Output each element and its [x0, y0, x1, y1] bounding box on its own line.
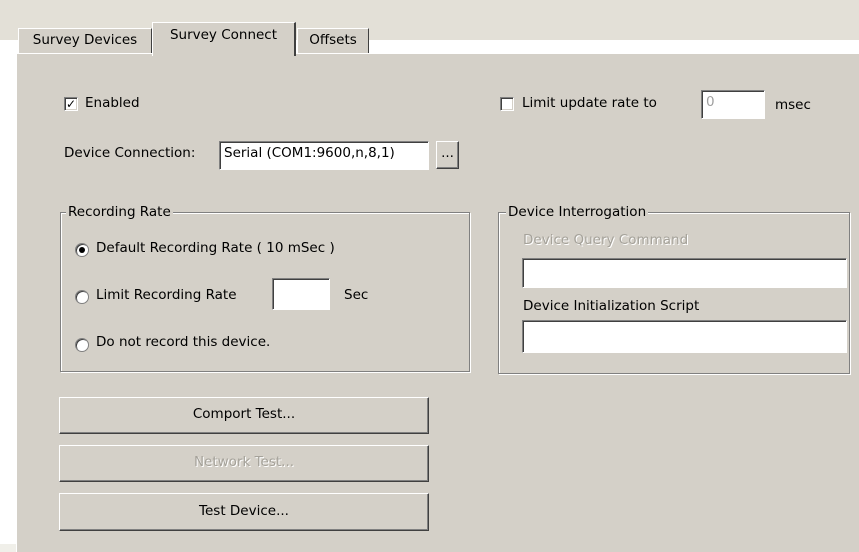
recording-rate-title: Recording Rate — [66, 204, 173, 220]
device-query-label: Device Query Command — [523, 232, 689, 248]
tab-survey-connect[interactable]: Survey Connect — [152, 22, 296, 56]
tab-survey-devices[interactable]: Survey Devices — [18, 28, 152, 54]
update-rate-input[interactable]: 0 — [701, 90, 765, 119]
device-init-input[interactable] — [522, 320, 847, 353]
default-rate-label: Default Recording Rate ( 10 mSec ) — [96, 240, 335, 256]
no-record-radio[interactable] — [75, 338, 89, 352]
test-device-button[interactable]: Test Device... — [59, 493, 429, 531]
tab-label: Offsets — [309, 32, 357, 48]
tab-label: Survey Devices — [32, 32, 138, 48]
limit-rate-label: Limit Recording Rate — [96, 287, 237, 303]
device-connection-browse-button[interactable]: ... — [436, 141, 459, 169]
comport-test-button[interactable]: Comport Test... — [59, 397, 429, 434]
limit-rate-input[interactable] — [272, 278, 330, 310]
radio-selected-dot — [79, 247, 85, 253]
tab-label: Survey Connect — [169, 27, 278, 43]
enabled-label: Enabled — [85, 95, 140, 111]
limit-update-checkbox[interactable] — [500, 97, 514, 111]
device-query-input[interactable] — [522, 258, 847, 288]
device-interrogation-title: Device Interrogation — [506, 204, 649, 220]
device-init-label: Device Initialization Script — [523, 298, 700, 314]
limit-update-label: Limit update rate to — [522, 95, 657, 111]
device-connection-label: Device Connection: — [64, 145, 196, 161]
device-connection-field[interactable]: Serial (COM1:9600,n,8,1) — [219, 141, 429, 170]
limit-rate-radio[interactable] — [75, 290, 89, 304]
limit-rate-unit: Sec — [344, 287, 369, 303]
network-test-button[interactable]: Network Test... — [59, 445, 429, 482]
default-rate-radio[interactable] — [75, 243, 89, 257]
update-rate-unit: msec — [775, 97, 811, 113]
no-record-label: Do not record this device. — [96, 334, 271, 350]
tab-offsets[interactable]: Offsets — [297, 28, 369, 54]
enabled-checkbox[interactable]: ✓ — [64, 97, 78, 111]
